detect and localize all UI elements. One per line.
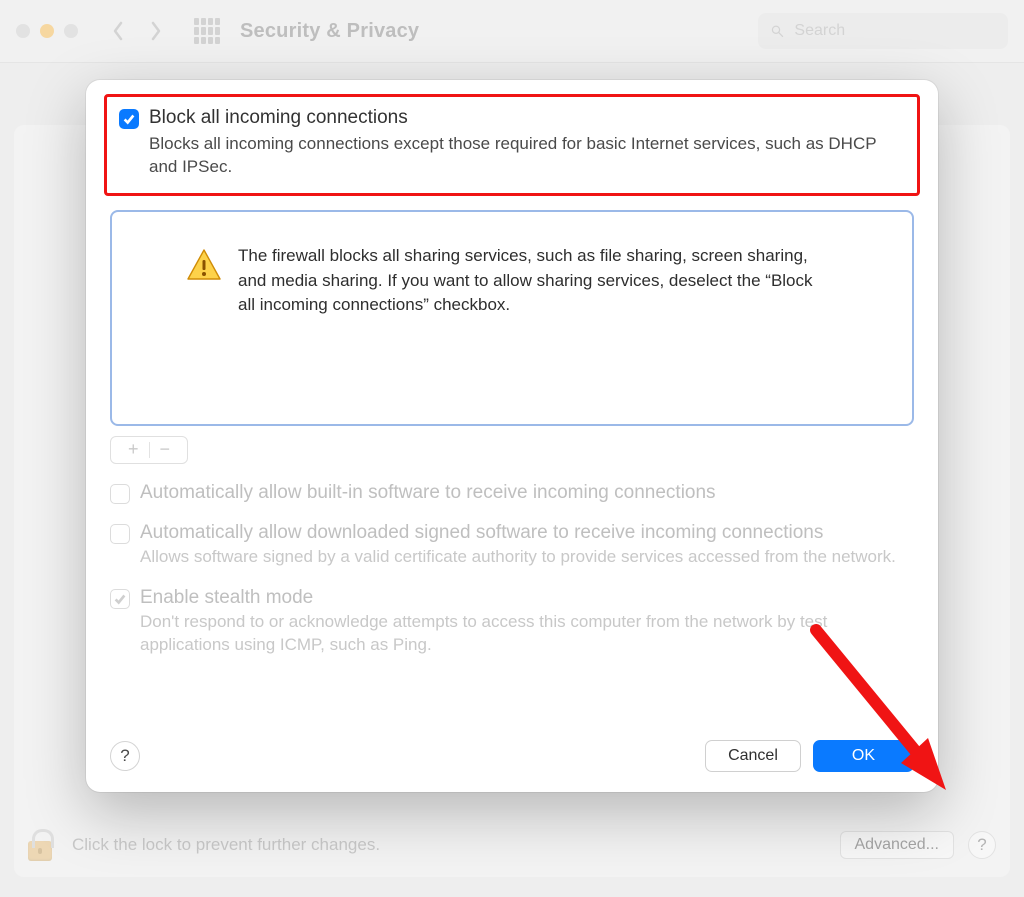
search-icon <box>770 23 784 39</box>
ok-button[interactable]: OK <box>813 740 914 772</box>
back-button[interactable] <box>104 17 132 45</box>
firewall-options-sheet: Block all incoming connections Blocks al… <box>86 80 938 792</box>
warning-icon <box>186 248 222 282</box>
search-field[interactable] <box>758 13 1008 49</box>
auto-signed-row: Automatically allow downloaded signed so… <box>110 522 914 569</box>
lock-hint-text: Click the lock to prevent further change… <box>72 835 826 855</box>
window-minimize-button[interactable] <box>40 24 54 38</box>
advanced-button[interactable]: Advanced... <box>840 831 955 859</box>
sheet-footer: ? Cancel OK <box>110 740 914 772</box>
auto-signed-description: Allows software signed by a valid certif… <box>140 546 900 569</box>
auto-signed-checkbox <box>110 524 130 544</box>
block-all-row[interactable]: Block all incoming connections <box>119 107 905 129</box>
block-all-checkbox[interactable] <box>119 109 139 129</box>
lock-icon[interactable] <box>28 825 58 865</box>
sheet-help-button[interactable]: ? <box>110 741 140 771</box>
firewall-app-list: The firewall blocks all sharing services… <box>110 210 914 426</box>
stealth-label: Enable stealth mode <box>140 587 313 609</box>
add-button[interactable]: + <box>128 439 139 460</box>
block-all-label: Block all incoming connections <box>149 107 408 129</box>
window-title: Security & Privacy <box>240 20 419 43</box>
traffic-lights <box>16 24 78 38</box>
forward-button[interactable] <box>142 17 170 45</box>
window-toolbar: Security & Privacy <box>0 0 1024 63</box>
warning-text: The firewall blocks all sharing services… <box>238 244 828 318</box>
button-separator <box>149 442 150 458</box>
auto-builtin-row: Automatically allow built-in software to… <box>110 482 914 504</box>
search-input[interactable] <box>792 21 996 41</box>
stealth-row: Enable stealth mode Don't respond to or … <box>110 587 914 657</box>
stealth-description: Don't respond to or acknowledge attempts… <box>140 611 900 657</box>
auto-builtin-label: Automatically allow built-in software to… <box>140 482 716 504</box>
remove-button[interactable]: − <box>160 439 171 460</box>
window-zoom-button[interactable] <box>64 24 78 38</box>
panel-help-button[interactable]: ? <box>968 831 996 859</box>
auto-signed-label: Automatically allow downloaded signed so… <box>140 522 823 544</box>
add-remove-buttons: + − <box>110 436 188 464</box>
panel-footer: Click the lock to prevent further change… <box>28 825 996 865</box>
highlight-annotation: Block all incoming connections Blocks al… <box>104 94 920 196</box>
auto-builtin-checkbox <box>110 484 130 504</box>
cancel-button[interactable]: Cancel <box>705 740 801 772</box>
block-all-description: Blocks all incoming connections except t… <box>149 133 905 179</box>
window-close-button[interactable] <box>16 24 30 38</box>
stealth-checkbox <box>110 589 130 609</box>
show-all-icon[interactable] <box>194 18 220 44</box>
